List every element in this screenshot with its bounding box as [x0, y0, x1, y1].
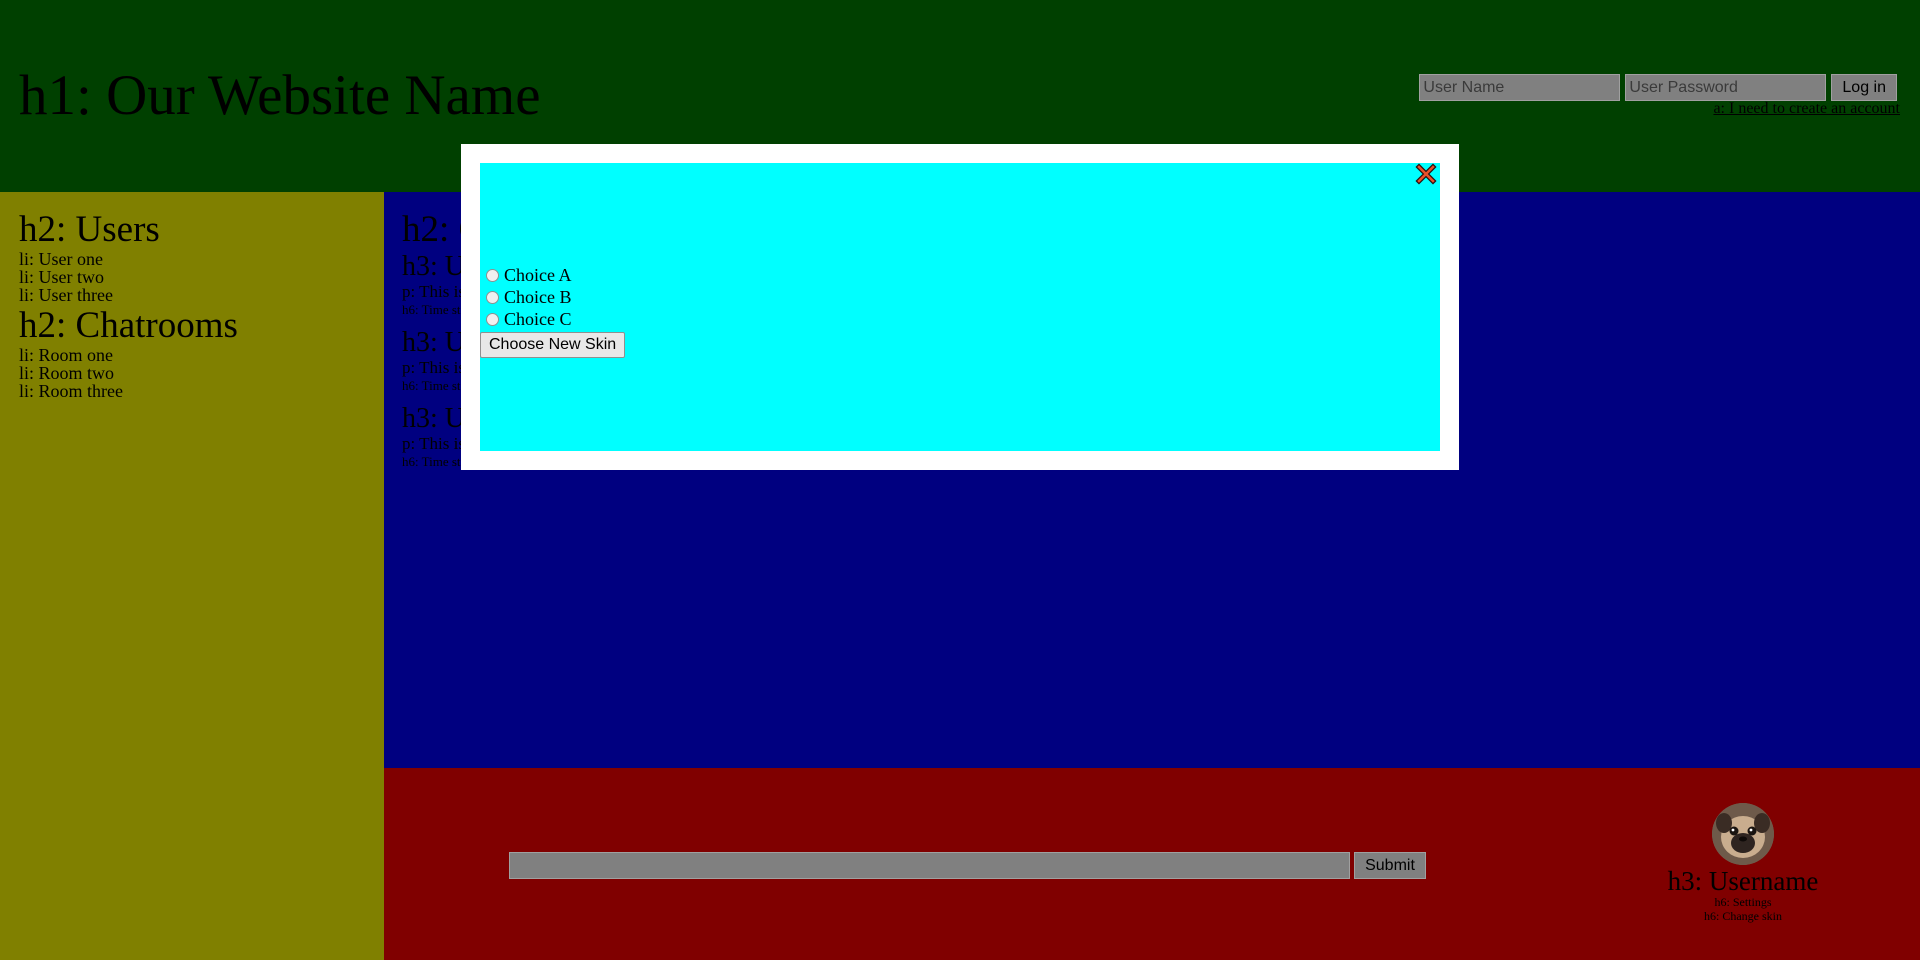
profile-username: h3: Username	[1667, 866, 1819, 896]
user-profile: h3: Username h6: Settings h6: Change ski…	[1638, 803, 1848, 923]
chat-footer: Submit h3: Username h6: Settings h6: Cha…	[384, 768, 1920, 960]
settings-link[interactable]: h6: Settings	[1638, 895, 1848, 909]
skin-modal-content: Choice A Choice B Choice C Choose New Sk…	[480, 163, 1440, 451]
room-list-item[interactable]: li: Room one	[19, 346, 365, 364]
login-form: Log in	[1419, 74, 1897, 101]
rooms-list: li: Room one li: Room two li: Room three	[19, 346, 365, 400]
room-list-item[interactable]: li: Room three	[19, 382, 365, 400]
sidebar: h2: Users li: User one li: User two li: …	[0, 192, 384, 960]
username-input[interactable]	[1419, 74, 1621, 101]
submit-button[interactable]: Submit	[1354, 852, 1426, 879]
user-list-item[interactable]: li: User three	[19, 286, 365, 304]
room-list-item[interactable]: li: Room two	[19, 364, 365, 382]
pug-avatar-icon	[1712, 803, 1774, 865]
password-input[interactable]	[1625, 74, 1827, 101]
choice-label: Choice B	[504, 286, 572, 307]
choice-label: Choice C	[504, 308, 572, 329]
avatar[interactable]	[1712, 803, 1774, 865]
choose-new-skin-button[interactable]: Choose New Skin	[480, 332, 626, 358]
users-list: li: User one li: User two li: User three	[19, 250, 365, 304]
radio-button[interactable]	[486, 268, 499, 282]
close-icon[interactable]	[1415, 163, 1437, 185]
login-button[interactable]: Log in	[1831, 74, 1897, 101]
create-account-link[interactable]: a: I need to create an account	[1713, 100, 1900, 118]
users-heading: h2: Users	[19, 209, 160, 250]
skin-modal: Choice A Choice B Choice C Choose New Sk…	[461, 144, 1459, 470]
choice-option[interactable]: Choice B	[480, 286, 625, 308]
message-input[interactable]	[509, 852, 1350, 879]
user-list-item[interactable]: li: User two	[19, 268, 365, 286]
user-list-item[interactable]: li: User one	[19, 250, 365, 268]
skin-form: Choice A Choice B Choice C Choose New Sk…	[480, 264, 626, 358]
site-title: h1: Our Website Name	[19, 64, 541, 127]
choice-label: Choice A	[504, 264, 572, 285]
change-skin-link[interactable]: h6: Change skin	[1638, 909, 1848, 923]
radio-button[interactable]	[486, 312, 499, 326]
choice-option[interactable]: Choice A	[480, 264, 625, 286]
choice-option[interactable]: Choice C	[480, 308, 625, 330]
radio-button[interactable]	[486, 290, 499, 304]
chatrooms-heading: h2: Chatrooms	[19, 305, 238, 346]
